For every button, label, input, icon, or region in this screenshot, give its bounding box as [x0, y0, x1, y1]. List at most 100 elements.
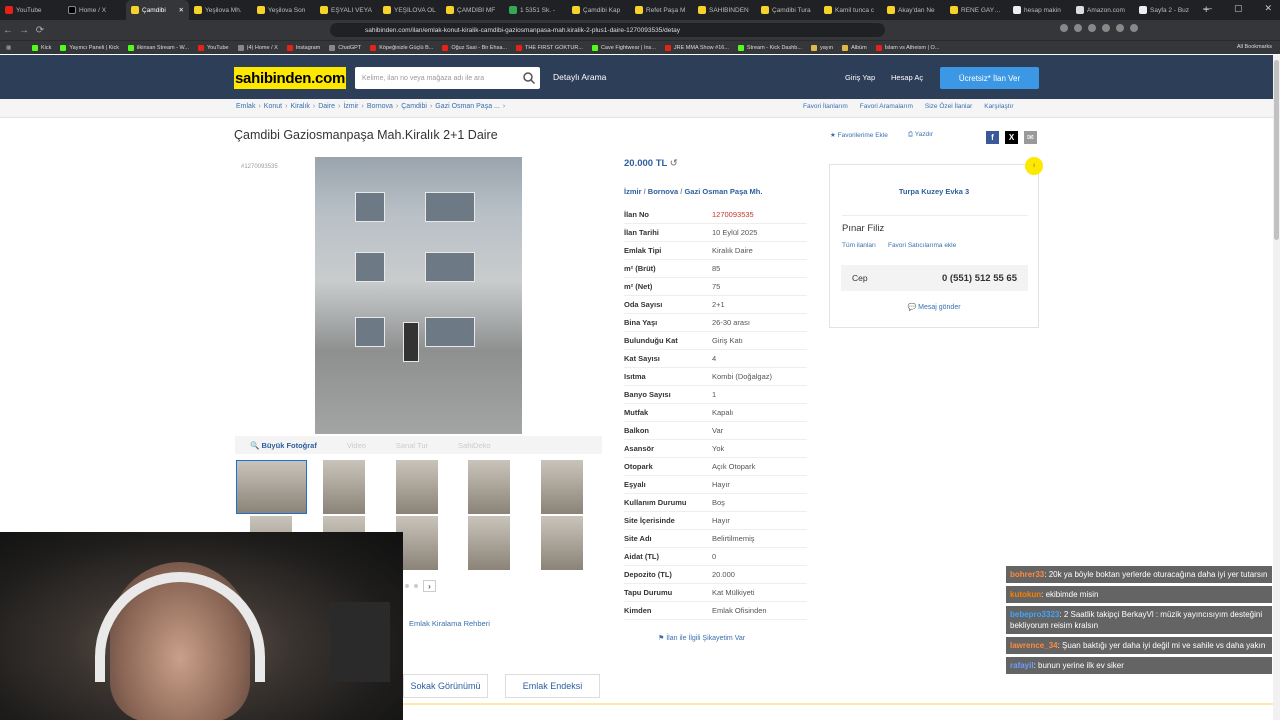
store-name[interactable]: Turpa Kuzey Evka 3	[830, 187, 1038, 196]
photo-thumbnail[interactable]	[236, 460, 307, 514]
x-share-icon[interactable]: X	[1005, 131, 1018, 144]
search-icon[interactable]	[522, 71, 536, 85]
bookmark-item[interactable]: YouTube	[198, 44, 229, 51]
register-link[interactable]: Hesap Aç	[891, 73, 923, 82]
photo-thumbnail[interactable]	[396, 460, 438, 514]
sahideko-tab[interactable]: SahiDeko	[458, 441, 491, 450]
bookmark-item[interactable]: THE FIRST GOKTUR...	[515, 44, 583, 51]
pager-dot[interactable]	[405, 584, 409, 588]
site-logo[interactable]: sahibinden.com	[234, 67, 346, 89]
breadcrumb-item[interactable]: Daire	[318, 103, 335, 110]
back-icon[interactable]: ←	[0, 25, 16, 36]
rental-guide-link[interactable]: Emlak Kiralama Rehberi	[409, 619, 490, 628]
send-message-link[interactable]: 💬 Mesaj gönder	[830, 303, 1038, 311]
forward-icon[interactable]: →	[16, 25, 32, 36]
complaint-link[interactable]: ⚑ İlan ile İlgili Şikayetim Var	[658, 634, 745, 642]
scrollbar-thumb[interactable]	[1274, 60, 1279, 240]
location-link[interactable]: İzmir	[624, 187, 642, 196]
price-history-icon[interactable]: ↺	[670, 158, 678, 169]
video-tab[interactable]: Video	[347, 441, 366, 450]
bookmark-item[interactable]: Köpeğinizle Güçlü B...	[370, 44, 433, 51]
bookmark-item[interactable]: JRE MMA Show #16...	[664, 44, 729, 51]
breadcrumb-item[interactable]: Bornova	[367, 103, 393, 110]
favorite-seller-link[interactable]: Favori Satıcılarıma ekle	[888, 242, 956, 249]
post-ad-button[interactable]: Ücretsiz* İlan Ver	[940, 67, 1039, 89]
bookmark-item[interactable]: Cave Fightwear | Ins...	[591, 44, 656, 51]
close-window-icon[interactable]: ✕	[1264, 3, 1272, 14]
bookmark-item[interactable]: (4) Home / X	[237, 44, 278, 51]
extension-icon[interactable]	[1060, 24, 1068, 32]
user-link[interactable]: Favori Aramalarım	[860, 103, 913, 110]
search-input[interactable]: Kelime, ilan no veya mağaza adı ile ara	[355, 67, 540, 89]
bookmark-item[interactable]: Stream - Kick Dashb...	[737, 44, 802, 51]
browser-tab[interactable]: EŞYALI VEYA	[315, 0, 378, 20]
bookmark-item[interactable]: Oğuz Sasi - Bir Ehsa...	[442, 44, 507, 51]
login-link[interactable]: Giriş Yap	[845, 73, 875, 82]
photo-thumbnail[interactable]	[541, 516, 583, 570]
apps-icon[interactable]: ▦	[6, 45, 16, 51]
bookmark-item[interactable]: İslam vs Atheism | O...	[875, 44, 939, 51]
extension-icon[interactable]	[1130, 24, 1138, 32]
main-photo[interactable]	[315, 157, 522, 434]
add-favorites-link[interactable]: ★ Favorilerime Ekle	[830, 131, 888, 139]
browser-tab[interactable]: YEŞİLOVA OL	[378, 0, 441, 20]
reload-icon[interactable]: ⟳	[32, 25, 48, 36]
next-page-icon[interactable]: ›	[423, 580, 436, 592]
url-input[interactable]: sahibinden.com/ilan/emlak-konut-kiralik-…	[330, 23, 885, 37]
virtual-tour-tab[interactable]: Sanal Tur	[396, 441, 428, 450]
browser-tab[interactable]: Akay'dan Ne	[882, 0, 945, 20]
breadcrumb-item[interactable]: Kiralık	[290, 103, 309, 110]
phone-number[interactable]: 0 (551) 512 55 65	[942, 273, 1017, 284]
location-link[interactable]: Gazi Osman Paşa Mh.	[684, 187, 762, 196]
browser-tab[interactable]: Amazon.com	[1071, 0, 1134, 20]
bookmark-item[interactable]: yayın	[810, 44, 833, 51]
info-badge-icon[interactable]: i	[1025, 157, 1043, 175]
breadcrumb-item[interactable]: Konut	[264, 103, 282, 110]
pager-dot[interactable]	[414, 584, 418, 588]
detailed-search-link[interactable]: Detaylı Arama	[553, 72, 606, 82]
photo-thumbnail[interactable]	[323, 460, 365, 514]
photo-thumbnail[interactable]	[468, 460, 510, 514]
bookmark-item[interactable]: Instagram	[286, 44, 320, 51]
breadcrumb-item[interactable]: Çamdibi	[401, 103, 427, 110]
browser-tab[interactable]: Kamil tunca c	[819, 0, 882, 20]
browser-tab[interactable]: Home / X	[63, 0, 126, 20]
facebook-icon[interactable]: f	[986, 131, 999, 144]
browser-tab[interactable]: Yeşilova Mh.	[189, 0, 252, 20]
browser-tab[interactable]: 1 5351 Sk. -	[504, 0, 567, 20]
user-link[interactable]: Karşılaştır	[984, 103, 1013, 110]
extension-icon[interactable]	[1116, 24, 1124, 32]
user-link[interactable]: Favori İlanlarım	[803, 103, 848, 110]
browser-tab[interactable]: RENE GAYRİM	[945, 0, 1008, 20]
browser-tab[interactable]: SAHİBİNDEN	[693, 0, 756, 20]
extension-icon[interactable]	[1088, 24, 1096, 32]
email-share-icon[interactable]: ✉	[1024, 131, 1037, 144]
user-link[interactable]: Size Özel İlanlar	[925, 103, 972, 110]
property-index-tab[interactable]: Emlak Endeksi	[505, 674, 600, 698]
close-tab-icon[interactable]: ✕	[179, 6, 184, 14]
all-ads-link[interactable]: Tüm ilanları	[842, 242, 876, 249]
browser-tab[interactable]: Refet Paşa M	[630, 0, 693, 20]
breadcrumb-item[interactable]: İzmir	[343, 103, 358, 110]
bookmark-item[interactable]: Albüm	[842, 44, 867, 51]
browser-tab[interactable]: hesap makin	[1008, 0, 1071, 20]
photo-thumbnail[interactable]	[541, 460, 583, 514]
breadcrumb-item[interactable]: Emlak	[236, 103, 255, 110]
bookmark-item[interactable]: Kick	[32, 44, 51, 51]
browser-tab[interactable]: YouTube	[0, 0, 63, 20]
photo-thumbnail[interactable]	[468, 516, 510, 570]
big-photo-tab[interactable]: 🔍 Büyük Fotoğraf	[250, 441, 317, 450]
bookmark-item[interactable]: ChatGPT	[329, 44, 361, 51]
minimize-icon[interactable]: —	[1203, 3, 1212, 14]
page-scrollbar[interactable]	[1273, 55, 1280, 720]
browser-tab[interactable]: Yeşilova Son	[252, 0, 315, 20]
browser-tab[interactable]: Sayfa 2 - Buz	[1134, 0, 1197, 20]
bookmark-item[interactable]: Yayıncı Paneli | Kick	[60, 44, 119, 51]
street-view-tab[interactable]: Sokak Görünümü	[403, 674, 488, 698]
print-link[interactable]: ⎙ Yazdır	[908, 131, 933, 139]
browser-tab[interactable]: Çamdibi Tura	[756, 0, 819, 20]
extension-icon[interactable]	[1102, 24, 1110, 32]
extension-icon[interactable]	[1074, 24, 1082, 32]
breadcrumb-item[interactable]: Gazi Osman Paşa ...	[435, 103, 500, 110]
location-link[interactable]: Bornova	[648, 187, 678, 196]
